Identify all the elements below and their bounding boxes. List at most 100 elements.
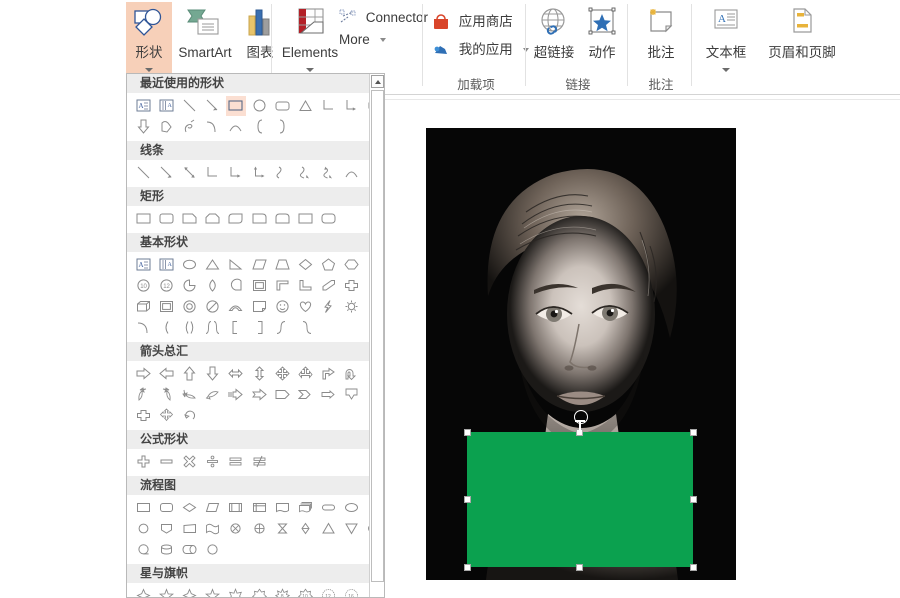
shape-parallelogram[interactable] <box>249 255 269 275</box>
shape-freeform[interactable] <box>156 117 176 137</box>
shape-l-shape-corner[interactable] <box>272 276 292 296</box>
shape-curved-arrow-connector[interactable] <box>295 163 315 183</box>
scroll-up-arrow-icon[interactable] <box>371 75 384 88</box>
rotation-handle[interactable] <box>574 410 588 424</box>
chevron-down-icon[interactable] <box>722 68 730 72</box>
shape-right-brace[interactable] <box>272 117 292 137</box>
shape-pie[interactable] <box>179 276 199 296</box>
shape-line-arrow[interactable] <box>203 96 223 116</box>
shape-plus[interactable] <box>133 452 153 472</box>
shape-arrow-curved-up-alt[interactable] <box>203 385 223 405</box>
shape-smiley-face[interactable] <box>272 297 292 317</box>
shape-arc[interactable] <box>342 163 362 183</box>
shape-arrow-right[interactable] <box>133 364 153 384</box>
shape-no-symbol[interactable] <box>203 297 223 317</box>
shape-rectangle[interactable] <box>133 209 153 229</box>
shape-right-triangle[interactable] <box>226 255 246 275</box>
shape-flowchart-predefined-process[interactable] <box>226 498 246 518</box>
shape-star-7-point[interactable] <box>203 586 223 597</box>
shape-flowchart-process[interactable] <box>133 498 153 518</box>
shape-pentagon[interactable] <box>319 255 339 275</box>
shape-oval[interactable] <box>249 96 269 116</box>
chevron-down-icon[interactable] <box>306 68 314 72</box>
shape-heart[interactable] <box>295 297 315 317</box>
shape-text-box[interactable]: A <box>133 96 153 116</box>
shape-oval[interactable] <box>179 255 199 275</box>
shape-isosceles-triangle[interactable] <box>203 255 223 275</box>
shape-cross[interactable] <box>342 276 362 296</box>
shape-round-single-corner-rectangle[interactable] <box>249 209 269 229</box>
shape-arrow-left-right[interactable] <box>226 364 246 384</box>
shape-flowchart-extract[interactable] <box>319 519 339 539</box>
shape-star-10-point[interactable] <box>249 586 269 597</box>
shape-arrow-up[interactable] <box>179 364 199 384</box>
shape-chevron[interactable] <box>295 385 315 405</box>
selected-green-rectangle-shape[interactable] <box>467 432 693 567</box>
shape-flowchart-document[interactable] <box>272 498 292 518</box>
shape-down-arrow[interactable] <box>133 117 153 137</box>
shape-snip-and-round-corner-rectangle[interactable] <box>319 209 339 229</box>
shape-rounded-rectangle[interactable] <box>272 96 292 116</box>
shape-multiply[interactable] <box>179 452 199 472</box>
shape-divide[interactable] <box>203 452 223 472</box>
shape-arrow-quad[interactable] <box>272 364 292 384</box>
shapes-gallery-panel[interactable]: 最近使用的形状 A A 线条 矩形 基本形状 A A 10 12 箭头总汇 公式… <box>126 73 385 598</box>
my-apps-button[interactable]: 我的应用 <box>432 38 529 62</box>
shape-lightning-bolt[interactable] <box>319 297 339 317</box>
shape-diagonal-stripe[interactable] <box>319 276 339 296</box>
resize-handle-middle-left[interactable] <box>464 496 471 503</box>
insert-header-footer-button[interactable]: 页眉和页脚 <box>756 2 848 74</box>
app-store-button[interactable]: 应用商店 <box>432 10 513 34</box>
shape-right-bracket[interactable] <box>249 318 269 338</box>
shape-snip-same-side-corner-rectangle[interactable] <box>203 209 223 229</box>
insert-textbox-button[interactable]: A 文本框 <box>698 2 754 74</box>
insert-smartart-button[interactable]: SmartArt <box>174 2 236 74</box>
shape-line-double-arrow[interactable] <box>179 163 199 183</box>
shape-round-same-side-corner-rectangle[interactable] <box>272 209 292 229</box>
shape-flowchart-multidocument[interactable] <box>295 498 315 518</box>
shape-scribble[interactable] <box>179 117 199 137</box>
shape-left-brace[interactable] <box>272 318 292 338</box>
shape-sun[interactable] <box>342 297 362 317</box>
shape-left-brace[interactable] <box>249 117 269 137</box>
insert-elements-button[interactable]: Elements <box>277 2 343 74</box>
shape-quad-arrow-callout[interactable] <box>156 406 176 426</box>
shape-flowchart-internal-storage[interactable] <box>249 498 269 518</box>
shape-explosion-16[interactable]: 16 <box>342 586 362 597</box>
shape-equal[interactable] <box>226 452 246 472</box>
insert-comment-button[interactable]: 批注 <box>634 2 688 74</box>
shape-snip-diagonal-corner-rectangle[interactable] <box>226 209 246 229</box>
shape-flowchart-merge[interactable] <box>342 519 362 539</box>
shape-explosion-10[interactable]: 10 <box>295 586 315 597</box>
shape-l-shape[interactable] <box>295 276 315 296</box>
insert-more-button[interactable]: More <box>339 28 386 52</box>
shape-circular-arrow[interactable] <box>179 406 199 426</box>
shape-donut[interactable] <box>179 297 199 317</box>
shape-flowchart-sequential-access[interactable] <box>133 540 153 560</box>
shape-flowchart-preparation[interactable] <box>342 498 362 518</box>
shape-cross-arrow[interactable] <box>133 406 153 426</box>
resize-handle-middle-right[interactable] <box>690 496 697 503</box>
shape-frame[interactable] <box>249 276 269 296</box>
shape-teardrop[interactable] <box>203 276 223 296</box>
shape-flowchart-punched-tape[interactable] <box>203 519 223 539</box>
shape-left-parenthesis[interactable] <box>156 318 176 338</box>
shape-text-box[interactable]: A <box>133 255 153 275</box>
shape-pentagon-arrow[interactable] <box>272 385 292 405</box>
shape-curved-connector[interactable] <box>272 163 292 183</box>
shape-star-6-point[interactable] <box>179 586 199 597</box>
shape-folded-corner[interactable] <box>249 297 269 317</box>
shape-line-arrow[interactable] <box>156 163 176 183</box>
insert-connector-button[interactable]: Connector <box>339 6 428 30</box>
shape-rectangle[interactable] <box>225 96 246 116</box>
shape-arrow-left-right-up[interactable] <box>295 364 315 384</box>
resize-handle-bottom-left[interactable] <box>464 564 471 571</box>
insert-hyperlink-button[interactable]: 超链接 <box>530 2 578 74</box>
shape-arc-basic[interactable] <box>133 318 153 338</box>
shape-flowchart-decision[interactable] <box>179 498 199 518</box>
shape-left-bracket[interactable] <box>226 318 246 338</box>
shape-minus[interactable] <box>156 452 176 472</box>
shape-trapezoid[interactable] <box>272 255 292 275</box>
shape-arrow-striped-right[interactable] <box>226 385 246 405</box>
shape-elbow-connector[interactable] <box>319 96 339 116</box>
